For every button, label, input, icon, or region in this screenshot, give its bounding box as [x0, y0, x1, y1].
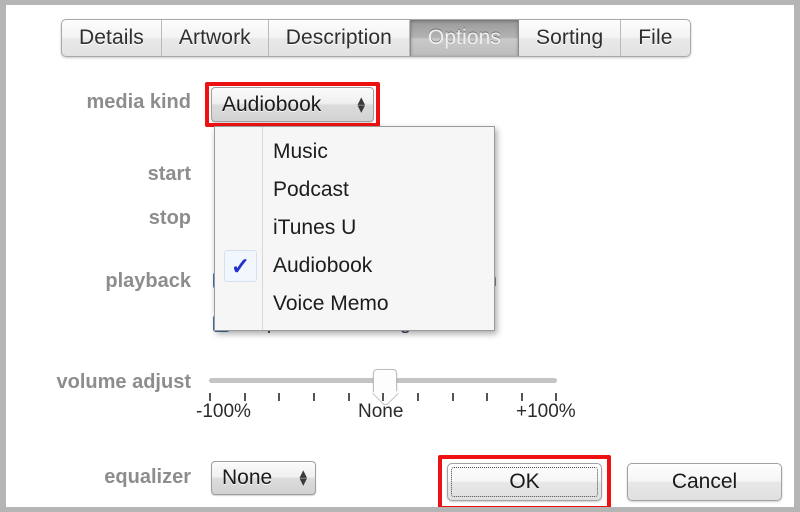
tab-bar: Details Artwork Description Options Sort…	[61, 19, 691, 57]
media-kind-value: Audiobook	[222, 92, 322, 116]
volume-min-label: -100%	[196, 401, 251, 422]
slider-tick	[209, 393, 211, 401]
tab-label: Artwork	[178, 26, 251, 49]
start-label: start	[147, 163, 191, 185]
tab-artwork[interactable]: Artwork	[162, 20, 269, 56]
menu-item-podcast[interactable]: Podcast	[215, 171, 494, 209]
tab-description[interactable]: Description	[269, 20, 410, 56]
stepper-arrows-icon: ▴ ▾	[357, 93, 365, 117]
checkmark-icon: ✓	[224, 250, 257, 282]
menu-item-label: Audiobook	[273, 254, 373, 277]
menu-item-label: iTunes U	[273, 216, 357, 239]
slider-tick	[313, 393, 315, 401]
volume-center-label: None	[358, 401, 404, 422]
menu-item-label: Voice Memo	[273, 292, 389, 315]
tab-label: Options	[427, 26, 501, 49]
tab-label: Description	[285, 26, 392, 49]
menu-item-label: Podcast	[273, 178, 349, 201]
media-kind-dropdown-menu[interactable]: Music Podcast iTunes U ✓ Audiobook Voice…	[214, 126, 495, 331]
cancel-button-label: Cancel	[671, 470, 738, 493]
slider-tick	[348, 393, 350, 401]
tab-label: Details	[79, 26, 144, 49]
menu-item-itunes-u[interactable]: iTunes U	[215, 209, 494, 247]
volume-slider-thumb[interactable]	[373, 369, 397, 393]
equalizer-label: equalizer	[104, 466, 191, 488]
slider-tick	[278, 393, 280, 401]
stepper-arrows-icon: ▴ ▾	[299, 466, 307, 490]
ok-button-label: OK	[509, 470, 540, 493]
tab-sorting[interactable]: Sorting	[519, 20, 622, 56]
slider-tick	[382, 393, 384, 401]
tab-label: File	[638, 26, 673, 49]
slider-tick	[521, 393, 523, 401]
tab-details[interactable]: Details	[62, 20, 162, 56]
track-info-dialog: Details Artwork Description Options Sort…	[6, 5, 794, 507]
chevron-down-icon: ▾	[299, 473, 307, 490]
slider-tick	[452, 393, 454, 401]
cancel-button[interactable]: Cancel	[627, 463, 782, 501]
slider-tick	[417, 393, 419, 401]
menu-item-audiobook[interactable]: ✓ Audiobook	[215, 247, 494, 285]
tab-file[interactable]: File	[621, 20, 689, 56]
menu-item-voice-memo[interactable]: Voice Memo	[215, 285, 494, 323]
volume-adjust-label: volume adjust	[56, 371, 191, 393]
stop-label: stop	[148, 207, 191, 229]
equalizer-select[interactable]: None ▴ ▾	[211, 461, 316, 495]
slider-tick	[555, 393, 557, 401]
media-kind-select[interactable]: Audiobook ▴ ▾	[211, 87, 374, 122]
tab-options[interactable]: Options	[409, 20, 519, 56]
tab-label: Sorting	[536, 26, 604, 49]
equalizer-value: None	[222, 466, 273, 489]
menu-item-label: Music	[273, 140, 328, 163]
chevron-down-icon: ▾	[357, 99, 365, 117]
slider-tick	[486, 393, 488, 401]
slider-tick	[244, 393, 246, 401]
ok-button[interactable]: OK	[447, 463, 602, 501]
volume-max-label: +100%	[516, 401, 576, 422]
menu-item-music[interactable]: Music	[215, 133, 494, 171]
playback-label: playback	[105, 270, 191, 292]
media-kind-label: media kind	[86, 91, 191, 113]
